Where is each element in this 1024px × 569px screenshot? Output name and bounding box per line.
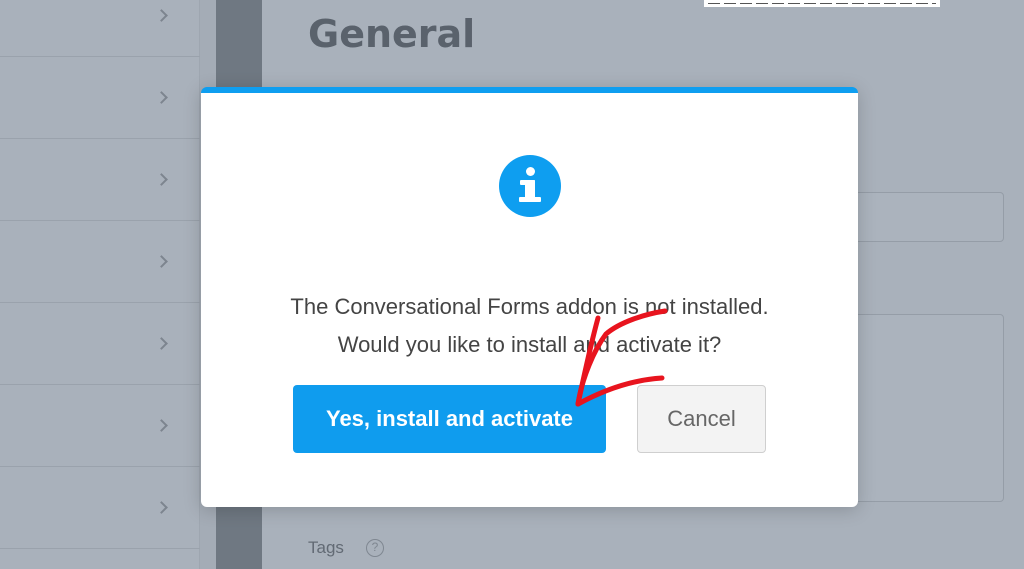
sidebar-row[interactable] — [0, 467, 200, 549]
addon-install-modal: The Conversational Forms addon is not in… — [201, 87, 858, 507]
install-activate-button[interactable]: Yes, install and activate — [293, 385, 606, 453]
chevron-right-icon — [155, 336, 168, 350]
chevron-right-icon — [155, 500, 168, 514]
question-circle-icon[interactable]: ? — [366, 539, 384, 557]
chevron-right-icon — [155, 90, 168, 104]
chevron-right-icon — [155, 172, 168, 186]
info-serif-bottom — [519, 197, 541, 202]
sidebar-row[interactable] — [0, 139, 200, 221]
sidebar-row[interactable] — [0, 221, 200, 303]
chevron-right-icon — [155, 418, 168, 432]
modal-message: The Conversational Forms addon is not in… — [201, 288, 858, 364]
cancel-button[interactable]: Cancel — [637, 385, 766, 453]
redacted-text — [704, 0, 940, 7]
chevron-right-icon — [155, 8, 168, 22]
chevron-right-icon — [155, 254, 168, 268]
info-circle-icon — [499, 155, 561, 217]
modal-message-line-1: The Conversational Forms addon is not in… — [290, 294, 769, 319]
modal-message-line-2: Would you like to install and activate i… — [337, 332, 722, 357]
tags-label: Tags — [308, 538, 344, 557]
settings-sidebar — [0, 0, 200, 569]
sidebar-row[interactable] — [0, 0, 200, 57]
sidebar-row[interactable] — [0, 385, 200, 467]
page-title: General — [308, 12, 476, 56]
screen: General Tags ? The Conversational Forms … — [0, 0, 1024, 569]
sidebar-row[interactable] — [0, 57, 200, 139]
sidebar-row[interactable] — [0, 303, 200, 385]
info-dot — [526, 167, 535, 176]
